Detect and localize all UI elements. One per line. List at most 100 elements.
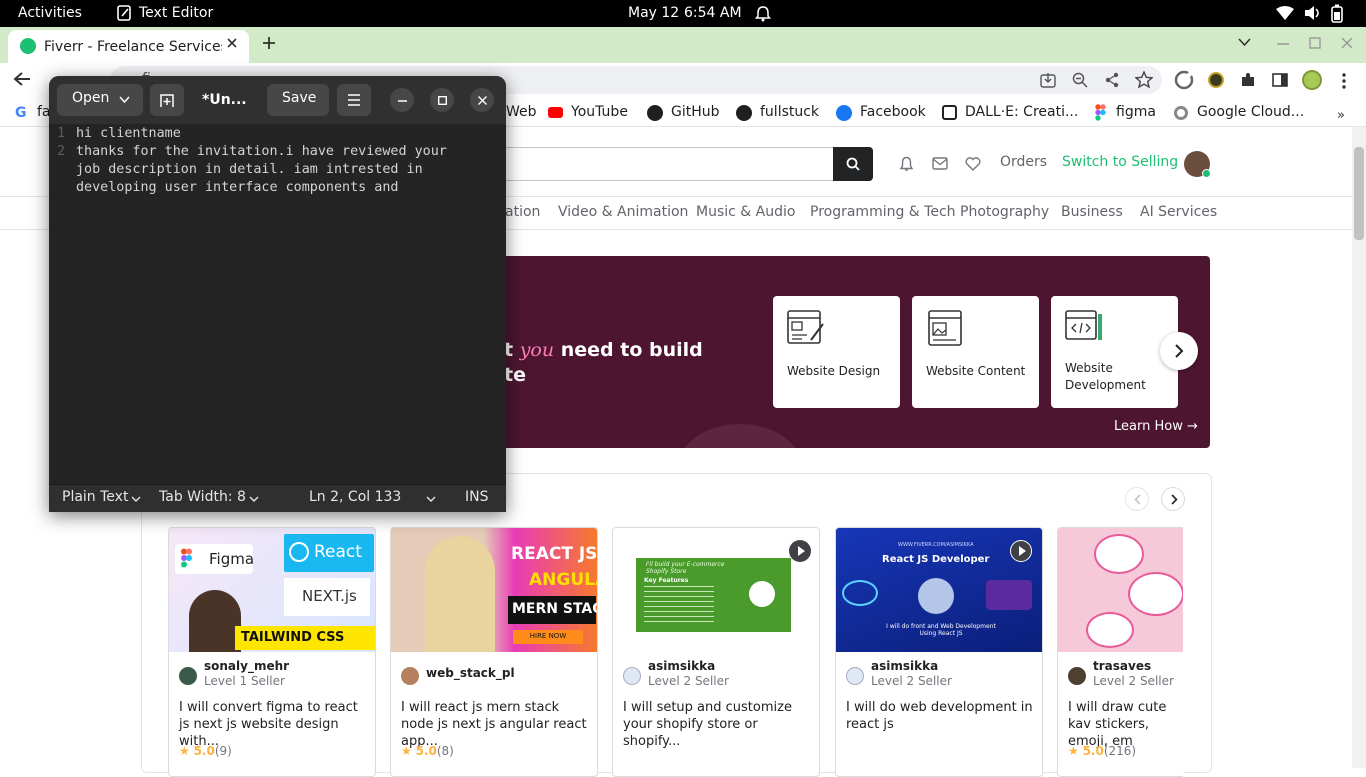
- gig-thumbnail[interactable]: REACT JS ANGULAR MERN STACK HIRE NOW: [391, 528, 597, 652]
- back-arrow-icon[interactable]: [13, 71, 31, 87]
- maximize-button[interactable]: [430, 88, 454, 112]
- gig-card[interactable]: WWW.FIVERR.COM/ASIMSIKKA React JS Develo…: [835, 527, 1043, 777]
- profile-avatar[interactable]: [1302, 70, 1322, 90]
- tab-search-chevron-icon[interactable]: [1238, 38, 1251, 47]
- seller-name[interactable]: web_stack_pl: [426, 666, 515, 680]
- category-item-photography[interactable]: Photography: [960, 204, 1049, 220]
- category-item-ai-services[interactable]: AI Services: [1140, 204, 1217, 220]
- bookmark-google-cloud[interactable]: Google Cloud...: [1197, 104, 1304, 120]
- banner-next-button[interactable]: [1160, 332, 1198, 370]
- bookmark-youtube[interactable]: YouTube: [571, 104, 628, 120]
- service-card-website-design[interactable]: Website Design: [773, 296, 900, 408]
- seller-avatar[interactable]: [179, 667, 197, 685]
- main-menu-button[interactable]: [337, 84, 371, 116]
- gig-title[interactable]: I will react js mern stack node js next …: [401, 699, 591, 750]
- seller-name[interactable]: sonaly_mehr: [204, 659, 289, 673]
- category-item-programming-tech[interactable]: Programming & Tech: [810, 204, 956, 220]
- gig-card[interactable]: Figma React NEXT.js TAILWIND CSS sonaly_…: [168, 527, 376, 777]
- gig-thumbnail[interactable]: [1058, 528, 1183, 652]
- category-item-video-animation[interactable]: Video & Animation: [558, 204, 688, 220]
- favorites-heart-icon[interactable]: [965, 157, 981, 171]
- bookmark-figma[interactable]: figma: [1116, 104, 1156, 120]
- tab-width-selector[interactable]: Tab Width: 8: [159, 489, 246, 505]
- seller-avatar[interactable]: [1068, 667, 1086, 685]
- orders-link[interactable]: Orders: [1000, 154, 1047, 170]
- minimize-window-icon[interactable]: [1277, 42, 1289, 46]
- bookmark-facebook[interactable]: Facebook: [860, 104, 926, 120]
- service-card-website-content[interactable]: Website Content: [912, 296, 1039, 408]
- extension-circle-icon[interactable]: [1208, 72, 1224, 88]
- volume-icon[interactable]: [1304, 5, 1322, 21]
- switch-to-selling-link[interactable]: Switch to Selling: [1062, 154, 1178, 170]
- battery-icon[interactable]: [1331, 4, 1343, 23]
- learn-how-link[interactable]: Learn How →: [1114, 419, 1198, 434]
- bookmark-star-icon[interactable]: [1135, 71, 1153, 88]
- wifi-icon[interactable]: [1276, 6, 1294, 21]
- close-tab-icon[interactable]: [226, 37, 238, 49]
- notifications-bell-icon[interactable]: [899, 156, 914, 172]
- bookmark-dalle[interactable]: DALL·E: Creati...: [965, 104, 1078, 120]
- category-item-business[interactable]: Business: [1061, 204, 1123, 220]
- editor-text-area[interactable]: 1 hi clientname 2 thanks for the invitat…: [49, 124, 506, 484]
- play-video-icon[interactable]: [1010, 540, 1032, 562]
- carousel-next-button[interactable]: [1161, 487, 1185, 511]
- gig-title[interactable]: I will convert figma to react js next js…: [179, 699, 369, 750]
- active-app-name[interactable]: Text Editor: [139, 5, 213, 21]
- gig-thumbnail[interactable]: WWW.FIVERR.COM/ASIMSIKKA React JS Develo…: [836, 528, 1042, 652]
- seller-avatar[interactable]: [846, 667, 864, 685]
- browser-tab-fiverr[interactable]: Fiverr - Freelance Services: [8, 30, 249, 63]
- share-icon[interactable]: [1104, 72, 1120, 88]
- gig-title[interactable]: I will do web development in react js: [846, 699, 1036, 733]
- gig-thumbnail[interactable]: Figma React NEXT.js TAILWIND CSS: [169, 528, 375, 652]
- user-avatar[interactable]: [1184, 151, 1211, 178]
- seller-name[interactable]: asimsikka: [648, 659, 715, 673]
- chrome-menu-icon[interactable]: [1342, 73, 1346, 89]
- seller-name[interactable]: trasaves: [1093, 659, 1151, 673]
- bookmark-github[interactable]: GitHub: [671, 104, 720, 120]
- close-window-icon[interactable]: [1341, 37, 1353, 49]
- new-tab-icon[interactable]: [262, 36, 276, 50]
- extension-reload-icon[interactable]: [1174, 70, 1194, 90]
- service-card-website-development[interactable]: Website Development: [1051, 296, 1178, 408]
- more-bookmarks-chevron-icon[interactable]: »: [1337, 108, 1345, 123]
- date-label[interactable]: May 12: [628, 5, 679, 21]
- open-button[interactable]: Open: [57, 84, 143, 116]
- extensions-puzzle-icon[interactable]: [1240, 72, 1256, 88]
- category-item-ation[interactable]: ation: [505, 204, 540, 220]
- install-app-icon[interactable]: [1040, 72, 1056, 88]
- activities-button[interactable]: Activities: [18, 5, 82, 21]
- insert-mode-indicator[interactable]: INS: [465, 489, 489, 505]
- gig-thumbnail[interactable]: I'll build your E-commerce Shopify Store…: [613, 528, 819, 652]
- time-label[interactable]: 6:54 AM: [684, 5, 742, 21]
- save-button[interactable]: Save: [267, 84, 329, 116]
- close-button[interactable]: [470, 88, 494, 112]
- carousel-prev-button[interactable]: [1125, 487, 1149, 511]
- seller-avatar[interactable]: [623, 667, 641, 685]
- gig-title[interactable]: I will draw cute kav stickers, emoji, em: [1068, 699, 1183, 750]
- play-video-icon[interactable]: [789, 540, 811, 562]
- gig-card[interactable]: trasaves Level 2 Seller I will draw cute…: [1057, 527, 1183, 777]
- bookmark-web[interactable]: Web: [506, 104, 537, 120]
- text-line-wrapped[interactable]: job description in detail. iam intrested…: [76, 162, 423, 177]
- bookmark-fullstuck[interactable]: fullstuck: [760, 104, 819, 120]
- minimize-button[interactable]: [390, 88, 414, 112]
- text-line[interactable]: hi clientname: [76, 126, 181, 141]
- search-button[interactable]: [833, 147, 873, 181]
- gig-card[interactable]: REACT JS ANGULAR MERN STACK HIRE NOW web…: [390, 527, 598, 777]
- new-tab-button[interactable]: [150, 84, 184, 116]
- maximize-window-icon[interactable]: [1309, 37, 1321, 49]
- language-selector[interactable]: Plain Text: [62, 489, 128, 505]
- side-panel-icon[interactable]: [1272, 72, 1288, 88]
- messages-mail-icon[interactable]: [932, 157, 948, 170]
- gig-title[interactable]: I will setup and customize your shopify …: [623, 699, 813, 750]
- text-line-wrapped[interactable]: developing user interface components and: [76, 180, 398, 195]
- category-item-music-audio[interactable]: Music & Audio: [696, 204, 795, 220]
- gig-card[interactable]: I'll build your E-commerce Shopify Store…: [612, 527, 820, 777]
- page-scrollbar-thumb[interactable]: [1354, 147, 1364, 240]
- seller-avatar[interactable]: [401, 667, 419, 685]
- text-line[interactable]: thanks for the invitation.i have reviewe…: [76, 144, 447, 159]
- cursor-position[interactable]: Ln 2, Col 133: [309, 489, 401, 505]
- facebook-icon: [836, 105, 852, 121]
- seller-name[interactable]: asimsikka: [871, 659, 938, 673]
- zoom-icon[interactable]: [1072, 72, 1088, 88]
